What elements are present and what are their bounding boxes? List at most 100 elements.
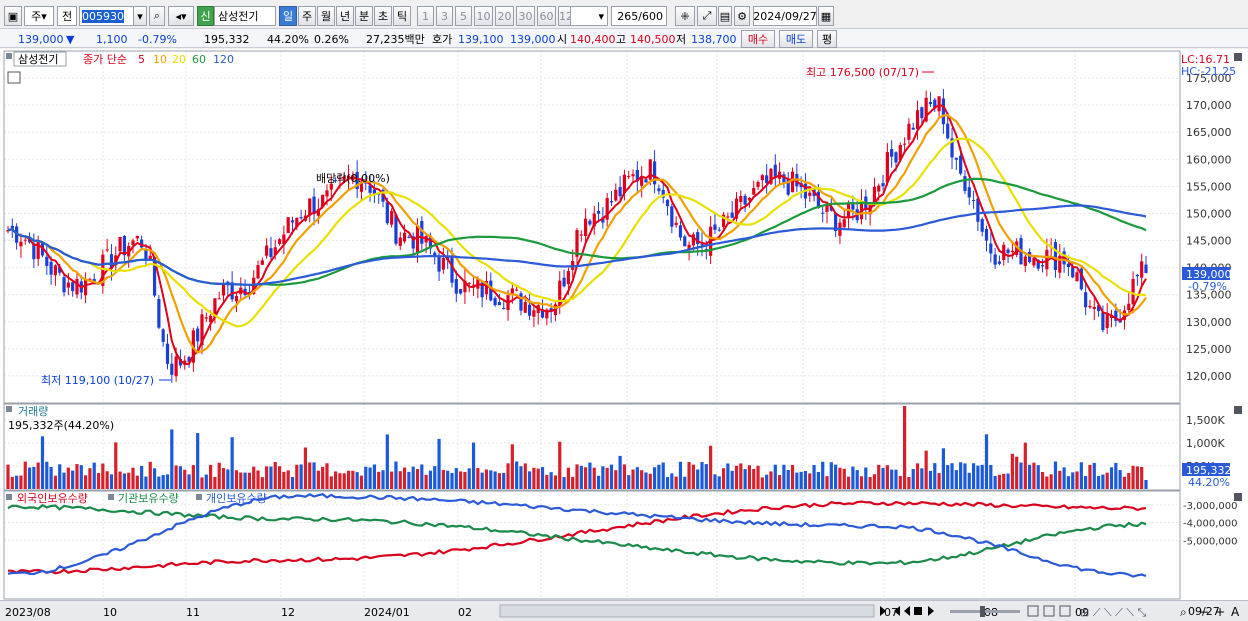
volume-bar: [989, 464, 993, 489]
period-tab-5[interactable]: 초: [374, 6, 392, 26]
buy-button[interactable]: 매수: [741, 30, 775, 48]
zoom-slider-handle[interactable]: [980, 606, 985, 617]
volume-bar: [346, 470, 351, 489]
candle-body: [118, 236, 122, 252]
candle-body: [1023, 256, 1027, 266]
candle-body: [385, 202, 389, 224]
tool-icon-1[interactable]: [1027, 605, 1039, 617]
volume-bar: [997, 474, 1002, 489]
calendar-icon[interactable]: ▦: [818, 6, 834, 26]
volume-bar: [36, 462, 40, 489]
interval-button-20[interactable]: 20: [495, 6, 514, 26]
y-tick-label: 125,000: [1186, 343, 1232, 356]
date-field[interactable]: 2024/09/27: [753, 6, 817, 26]
price-close-icon[interactable]: [1234, 53, 1242, 61]
zoom-chart-icon[interactable]: ⤢: [697, 6, 717, 26]
code-input[interactable]: 005930: [79, 6, 135, 26]
volume-close-icon[interactable]: [1234, 406, 1242, 414]
layout-icon[interactable]: ▣: [4, 6, 22, 26]
legend-institution: 기관보유수량: [118, 492, 179, 505]
code-dropdown-icon[interactable]: ▾: [133, 6, 147, 26]
candle-body: [920, 107, 924, 119]
drawing-tools-icon[interactable]: ⊞ ⟋ ⟍ ⟋ ⟍ ⤡: [1080, 606, 1146, 619]
volume-bar: [1040, 472, 1045, 489]
sell-button[interactable]: 매도: [779, 30, 813, 48]
volume-bar: [575, 464, 579, 489]
volume-bar: [592, 467, 596, 489]
unit-field[interactable]: ▾: [570, 6, 608, 26]
scrollbar[interactable]: [499, 604, 875, 618]
market-select[interactable]: 주 ▾: [24, 6, 54, 26]
legend-main: 종가 단순: [83, 53, 127, 66]
volume-bar: [769, 471, 773, 489]
volume-bar: [428, 470, 433, 489]
volume-bar: [777, 475, 782, 489]
volume-bar: [717, 476, 721, 489]
speaker-icon[interactable]: ◂▾: [168, 6, 194, 26]
volume-bar: [903, 406, 907, 489]
candle-body: [277, 239, 282, 244]
candle-body: [161, 329, 165, 342]
volume-bar: [234, 470, 239, 489]
tool-icon-3[interactable]: [1059, 605, 1071, 617]
gear-icon[interactable]: ⚙: [734, 6, 750, 26]
candle-body: [726, 216, 730, 218]
chart-canvas[interactable]: 120,000125,000130,000135,000140,000145,0…: [0, 49, 1248, 600]
period-tab-0[interactable]: 일: [279, 6, 297, 26]
volume-bar: [290, 476, 295, 489]
last-pct-tag: -0.79%: [1188, 280, 1227, 293]
tool-icon-2[interactable]: [1043, 605, 1055, 617]
volume-bar: [808, 473, 812, 489]
interval-button-30[interactable]: 30: [516, 6, 535, 26]
count-field[interactable]: 265/600: [611, 6, 667, 26]
volume-bar: [946, 465, 950, 489]
zoom-out-icon[interactable]: −: [1199, 605, 1209, 619]
candle-body: [66, 282, 70, 288]
candle-body: [993, 254, 997, 265]
volume-bar: [170, 429, 174, 489]
volume-bar: [140, 465, 144, 489]
period-tab-3[interactable]: 년: [336, 6, 354, 26]
volume-bar: [683, 476, 687, 489]
holding-close-icon[interactable]: [1234, 493, 1242, 501]
interval-button-5[interactable]: 5: [455, 6, 472, 26]
save-icon[interactable]: ▤: [718, 6, 732, 26]
volume-toggle-icon[interactable]: [6, 406, 12, 412]
volume-bar: [312, 462, 316, 489]
volume-bar: [277, 466, 282, 489]
volume-bar: [838, 467, 842, 489]
volume-bar: [704, 464, 708, 489]
candle-body: [743, 195, 747, 205]
zoom-in-icon[interactable]: +: [1215, 605, 1225, 619]
interval-button-10[interactable]: 10: [474, 6, 493, 26]
period-tab-2[interactable]: 월: [317, 6, 335, 26]
legend-ma60: 60: [192, 53, 206, 66]
period-tab-6[interactable]: 틱: [393, 6, 411, 26]
volume-bar: [424, 474, 428, 489]
grid-icon[interactable]: ⁜: [675, 6, 695, 26]
stop-icon[interactable]: [914, 607, 922, 615]
holding-toggle-icon[interactable]: [6, 494, 12, 500]
stock-name-field[interactable]: 삼성전기: [214, 6, 276, 26]
interval-button-3[interactable]: 3: [436, 6, 453, 26]
type-select[interactable]: 전: [57, 6, 77, 26]
play-icon[interactable]: [928, 606, 934, 616]
legend-ma20: 20: [172, 53, 186, 66]
font-size-icon[interactable]: A: [1231, 605, 1240, 619]
volume-bar: [381, 470, 385, 489]
scroll-prev-icon[interactable]: [904, 606, 910, 616]
volume-bar: [109, 474, 114, 489]
volume-bar: [1006, 473, 1010, 489]
period-tab-4[interactable]: 분: [355, 6, 373, 26]
interval-button-1[interactable]: 1: [417, 6, 434, 26]
candle-body: [566, 271, 570, 285]
interval-button-60[interactable]: 60: [537, 6, 556, 26]
period-tab-1[interactable]: 주: [298, 6, 316, 26]
calculator-icon[interactable]: [7, 71, 21, 84]
search-icon[interactable]: ⌕: [149, 6, 165, 26]
magnifier-icon[interactable]: ⌕: [1180, 605, 1187, 619]
eval-button[interactable]: 평: [817, 30, 837, 48]
volume-bar: [1084, 475, 1088, 489]
volume-bar: [756, 465, 760, 489]
panel-toggle-icon[interactable]: [6, 53, 12, 59]
